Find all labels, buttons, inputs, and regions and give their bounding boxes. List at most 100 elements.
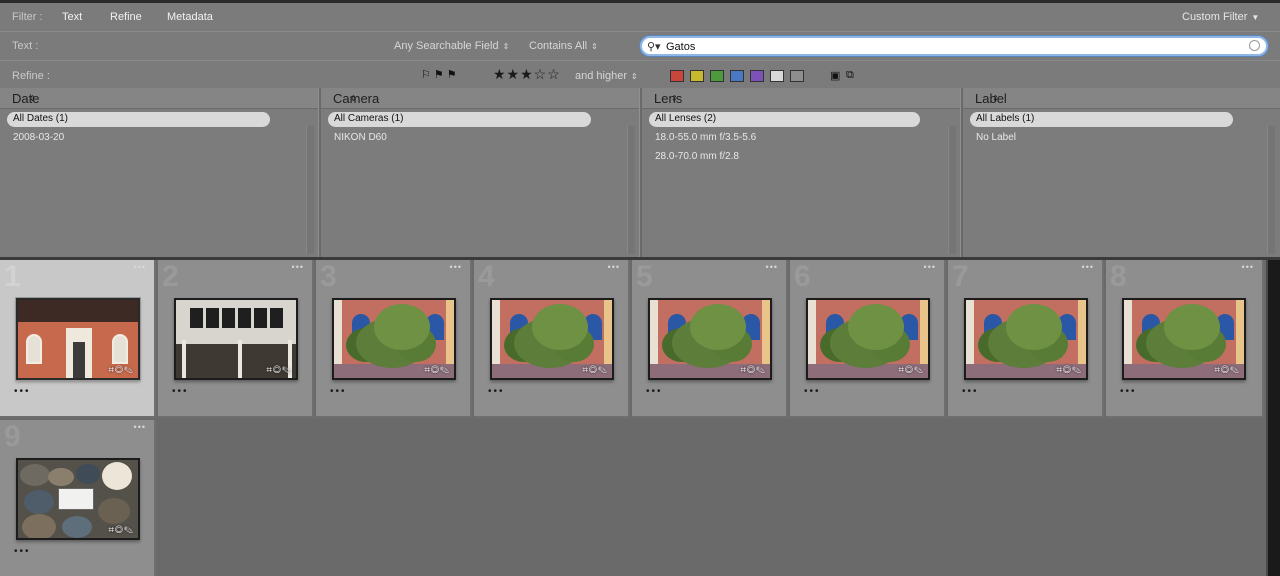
color-label-red[interactable]: [670, 70, 684, 82]
all-cameras-row[interactable]: All Cameras (1): [328, 112, 591, 127]
photo-thumbnail[interactable]: ⌗◎✎: [964, 298, 1088, 380]
column-scrollbar[interactable]: [627, 126, 635, 254]
metadata-icon: ◎: [114, 365, 124, 376]
photo-thumbnail[interactable]: ⌗◎✎: [174, 298, 298, 380]
all-cameras-label: All Cameras (1): [334, 113, 404, 124]
list-item[interactable]: 18.0-55.0 mm f/3.5-5.6: [655, 132, 756, 143]
grid-cell[interactable]: 1 ••• ⌗◎✎ •••: [0, 260, 156, 418]
grid-cell[interactable]: 2 ••• ⌗◎✎ •••: [158, 260, 314, 418]
search-icon: ⚲▾: [647, 41, 661, 53]
rule-dropdown[interactable]: Contains All ⇕: [529, 40, 598, 52]
rating-dots[interactable]: •••: [1120, 386, 1137, 397]
ellipsis-icon: •••: [133, 422, 146, 432]
crop-icon: ⌗: [740, 365, 747, 376]
grid-cell[interactable]: 7 ••• ⌗◎✎ •••: [948, 260, 1104, 418]
grid-scrollbar[interactable]: [1266, 260, 1280, 576]
develop-icon: ✎: [755, 365, 766, 376]
grid-cell[interactable]: 6 ••• ⌗◎✎ •••: [790, 260, 946, 418]
develop-icon: ✎: [1229, 365, 1240, 376]
column-scrollbar[interactable]: [1267, 126, 1275, 254]
chevron-down-icon: ▼: [1251, 13, 1260, 22]
searchable-field-value: Any Searchable Field: [394, 40, 499, 52]
ellipsis-icon: •••: [1241, 262, 1254, 272]
rating-dots[interactable]: •••: [646, 386, 663, 397]
ellipsis-icon: •••: [765, 262, 778, 272]
rating-dots[interactable]: •••: [172, 386, 189, 397]
refine-filter-row: Refine : ⚐⚑⚑ ★★★☆☆ and higher ⇕ ▣ ⧉: [0, 60, 1280, 88]
rating-dots[interactable]: •••: [488, 386, 505, 397]
custom-filter-dropdown[interactable]: Custom Filter ▼: [1182, 11, 1259, 23]
virtual-copy-kind-icon[interactable]: ⧉: [846, 69, 854, 82]
updown-arrow-icon: ⇕: [992, 94, 999, 103]
updown-arrow-icon: ⇕: [671, 94, 678, 103]
all-lenses-row[interactable]: All Lenses (2): [649, 112, 920, 127]
rating-dots[interactable]: •••: [14, 546, 31, 557]
develop-icon: ✎: [123, 365, 134, 376]
rating-rule-dropdown[interactable]: and higher ⇕: [575, 70, 638, 82]
rating-dots[interactable]: •••: [330, 386, 347, 397]
grid-cell[interactable]: 3 ••• ⌗◎✎ •••: [316, 260, 472, 418]
crop-icon: ⌗: [1056, 365, 1063, 376]
ellipsis-icon: •••: [923, 262, 936, 272]
all-labels-label: All Labels (1): [976, 113, 1035, 124]
all-labels-row[interactable]: All Labels (1): [970, 112, 1233, 127]
photo-thumbnail[interactable]: ⌗◎✎: [16, 458, 140, 540]
color-label-blue[interactable]: [730, 70, 744, 82]
grid-cell[interactable]: 8 ••• ⌗◎✎ •••: [1106, 260, 1264, 418]
tab-refine[interactable]: Refine: [110, 11, 142, 23]
thumbnail-badges: ⌗◎✎: [898, 365, 924, 376]
refine-filter-label: Refine :: [12, 70, 50, 82]
tab-text[interactable]: Text: [62, 11, 82, 23]
photo-thumbnail[interactable]: ⌗◎✎: [806, 298, 930, 380]
color-label-purple[interactable]: [750, 70, 764, 82]
thumbnail-badges: ⌗◎✎: [266, 365, 292, 376]
rating-stars[interactable]: ★★★☆☆: [493, 66, 561, 83]
list-item[interactable]: NIKON D60: [334, 132, 387, 143]
metadata-browser: Date ⇕ All Dates (1) 2008-03-20 Camera ⇕ A…: [0, 88, 1280, 260]
list-item[interactable]: 2008-03-20: [13, 132, 64, 143]
updown-arrow-icon: ⇕: [502, 42, 510, 51]
tab-metadata[interactable]: Metadata: [167, 11, 213, 23]
metadata-column-camera: Camera ⇕ All Cameras (1) NIKON D60: [321, 88, 639, 257]
library-filter-bar: Filter : Text Refine Metadata Custom Fil…: [0, 0, 1280, 88]
color-label-custom[interactable]: [770, 70, 784, 82]
grid-cell[interactable]: 9 ••• ⌗◎✎ •••: [0, 420, 156, 576]
ellipsis-icon: •••: [291, 262, 304, 272]
photo-thumbnail[interactable]: ⌗◎✎: [648, 298, 772, 380]
column-scrollbar[interactable]: [306, 126, 314, 254]
column-header[interactable]: Date ⇕: [0, 88, 318, 109]
rating-dots[interactable]: •••: [804, 386, 821, 397]
crop-icon: ⌗: [582, 365, 589, 376]
rating-dots[interactable]: •••: [14, 386, 31, 397]
photo-thumbnail[interactable]: ⌗◎✎: [15, 297, 141, 381]
photo-thumbnail[interactable]: ⌗◎✎: [1122, 298, 1246, 380]
grid-cell[interactable]: 4 ••• ⌗◎✎ •••: [474, 260, 630, 418]
flag-filter-icons[interactable]: ⚐⚑⚑: [421, 68, 460, 81]
column-header[interactable]: Camera ⇕: [321, 88, 639, 109]
column-header[interactable]: Label ⇕: [963, 88, 1280, 109]
library-module: Filter : Text Refine Metadata Custom Fil…: [0, 0, 1280, 576]
color-label-green[interactable]: [710, 70, 724, 82]
develop-icon: ✎: [439, 365, 450, 376]
photo-thumbnail[interactable]: ⌗◎✎: [490, 298, 614, 380]
filter-tabs-row: Filter : Text Refine Metadata Custom Fil…: [0, 3, 1280, 31]
clear-search-icon[interactable]: [1249, 40, 1260, 51]
metadata-icon: ◎: [114, 525, 124, 536]
crop-icon: ⌗: [108, 525, 115, 536]
metadata-icon: ◎: [272, 365, 282, 376]
search-input[interactable]: [666, 39, 1246, 54]
master-photo-kind-icon[interactable]: ▣: [830, 69, 840, 82]
color-label-other[interactable]: [790, 70, 804, 82]
all-dates-row[interactable]: All Dates (1): [7, 112, 270, 127]
rating-dots[interactable]: •••: [962, 386, 979, 397]
column-header[interactable]: Lens ⇕: [642, 88, 960, 109]
photo-thumbnail[interactable]: ⌗◎✎: [332, 298, 456, 380]
develop-icon: ✎: [123, 525, 134, 536]
list-item[interactable]: No Label: [976, 132, 1016, 143]
color-label-yellow[interactable]: [690, 70, 704, 82]
searchable-field-dropdown[interactable]: Any Searchable Field ⇕: [394, 40, 509, 52]
grid-cell[interactable]: 5 ••• ⌗◎✎ •••: [632, 260, 788, 418]
column-scrollbar[interactable]: [948, 126, 956, 254]
list-item[interactable]: 28.0-70.0 mm f/2.8: [655, 151, 739, 162]
search-field[interactable]: ⚲▾: [640, 36, 1268, 56]
